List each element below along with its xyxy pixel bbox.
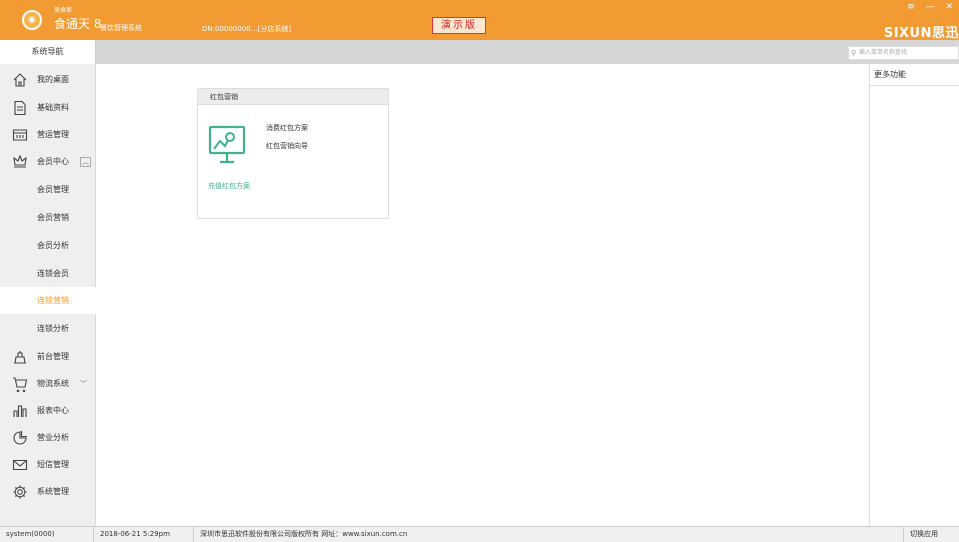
sidebar-item-chain-analysis[interactable]: 连锁分析 [0,315,96,342]
calendar-icon [12,128,28,141]
card-title: 红包营销 [198,89,388,105]
more-functions-panel: 更多功能 [869,64,959,526]
sidebar-item-label: 营业分析 [37,433,69,442]
presentation-icon [208,125,246,164]
sidebar-item-sms[interactable]: 短信管理 [0,451,96,478]
red-packet-card: 红包营销 消费红包方案 红包营销向导 充值红包方案 [197,88,389,219]
sidebar-item-member-marketing[interactable]: 会员营销 [0,204,96,231]
sidebar-item-label: 连锁会员 [37,269,69,278]
status-copyright: 深圳市思迅软件股份有限公司版权所有 网址：www.sixun.com.cn [194,527,904,542]
switch-app-button[interactable]: 切换应用 [904,527,959,542]
status-bar: system(0000) 2018-06-21 5:29pm 深圳市思迅软件股份… [0,526,959,542]
sidebar-item-label: 报表中心 [37,406,69,415]
crown-icon [13,154,27,168]
sidebar-item-member-analysis[interactable]: 会员分析 [0,232,96,259]
sidebar-item-label: 短信管理 [37,460,69,469]
more-functions-title: 更多功能 [870,64,959,86]
sidebar-item-label: 前台管理 [37,352,69,361]
search-placeholder: 输入菜单名称查找 [859,49,908,56]
status-user: system(0000) [0,527,94,542]
sidebar-item-label: 连锁营销 [37,296,69,305]
tab-system-nav[interactable]: 系统导航 [0,40,96,64]
sidebar-item-chain-marketing[interactable]: 连锁营销 [0,287,96,314]
sub-toolbar: 系统导航 ⚲ 输入菜单名称查找 [0,40,959,64]
recharge-red-packet-link[interactable]: 充值红包方案 [208,181,250,191]
sidebar-item-label: 物流系统 [37,379,69,388]
sidebar-item-label: 连锁分析 [37,324,69,333]
mail-icon [12,459,28,470]
sidebar-item-business-analysis[interactable]: 营业分析 [0,424,96,451]
sidebar-item-system[interactable]: 系统管理 [0,478,96,505]
sidebar-item-label: 基础资料 [37,103,69,112]
sidebar-item-desktop[interactable]: 我的桌面 [0,66,96,93]
main-content: 红包营销 消费红包方案 红包营销向导 充值红包方案 [97,64,869,526]
sidebar-item-basic-data[interactable]: 基础资料 [0,94,96,121]
red-packet-wizard-link[interactable]: 红包营销向导 [266,141,308,151]
demo-badge: 演示版 [432,17,486,34]
sidebar: 我的桌面 基础资料 营运管理 会员中心 ︿ 会员管理 会员营销 会员分析 连锁会… [0,64,96,526]
gear-icon [13,485,27,498]
sixun-logo: SIXUN思迅 [883,26,959,41]
status-datetime: 2018-06-21 5:29pm [94,527,194,542]
cashier-icon [14,350,26,364]
app-logo-icon: ◉ [22,10,42,30]
sidebar-item-operations[interactable]: 营运管理 [0,121,96,148]
sidebar-item-member-center[interactable]: 会员中心 ︿ [0,148,96,175]
brand-subtitle: 餐饮管理系统 [100,24,142,32]
bar-chart-icon [13,404,27,417]
search-icon: ⚲ [851,49,857,57]
sidebar-item-label: 我的桌面 [37,75,69,84]
chevron-down-icon[interactable]: ﹀ [80,379,87,389]
consumption-red-packet-link[interactable]: 消费红包方案 [266,123,308,133]
sidebar-item-logistics[interactable]: 物流系统 ﹀ [0,370,96,397]
title-bar: ◉ 美食家 食通天 8 餐饮管理系统 DN:00000000…[分店系统] 演示… [0,0,959,41]
sidebar-item-label: 系统管理 [37,487,69,496]
sidebar-item-front-desk[interactable]: 前台管理 [0,343,96,370]
brand-small-label: 美食家 [54,7,73,14]
chevron-up-icon[interactable]: ︿ [80,156,91,167]
sidebar-item-reports[interactable]: 报表中心 [0,397,96,424]
search-input[interactable]: ⚲ 输入菜单名称查找 [848,46,959,60]
dn-label: DN:00000000…[分店系统] [202,25,292,33]
home-icon [13,72,27,87]
brand-name: 食通天 8 [54,17,102,31]
sidebar-item-member-manage[interactable]: 会员管理 [0,176,96,203]
sidebar-item-chain-member[interactable]: 连锁会员 [0,260,96,287]
pie-chart-icon [13,430,27,445]
sidebar-item-label: 会员中心 [37,157,69,166]
window-controls[interactable]: ≡ — ✕ [907,2,957,12]
sidebar-item-label: 会员管理 [37,185,69,194]
cart-icon [13,376,28,392]
sidebar-item-label: 营运管理 [37,130,69,139]
sidebar-item-label: 会员分析 [37,241,69,250]
document-icon [14,100,26,115]
sidebar-item-label: 会员营销 [37,213,69,222]
